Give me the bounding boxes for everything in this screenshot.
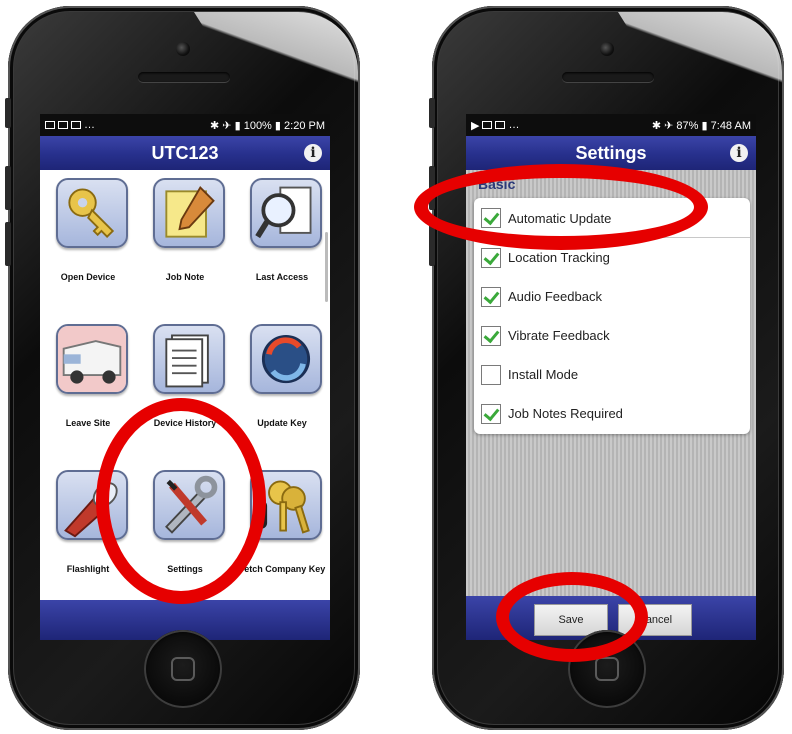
phone-left: … ✱ ✈ ▮ 100% ▮ 2:20 PM UTC123 i Open Dev… (5, 6, 360, 730)
notepad-pencil-icon (153, 178, 225, 248)
app-title-bar: UTC123 i (40, 136, 330, 170)
mail-icon (495, 121, 506, 129)
setting-label: Audio Feedback (508, 289, 602, 304)
speaker-grille (138, 72, 230, 82)
tile-last-access[interactable]: Last Access (234, 170, 330, 310)
checkbox-checked[interactable] (481, 403, 501, 424)
home-button[interactable] (144, 630, 222, 708)
checkbox-checked[interactable] (481, 325, 501, 346)
volume-down-button (5, 222, 11, 266)
setting-label: Install Mode (508, 367, 579, 382)
info-icon[interactable]: i (730, 144, 748, 162)
info-icon[interactable]: i (304, 144, 322, 162)
home-square-icon (595, 657, 619, 681)
tile-open-device[interactable]: Open Device (40, 170, 136, 310)
key-icon (56, 178, 128, 248)
clock: 7:48 AM (710, 119, 751, 132)
mute-switch (429, 98, 435, 128)
settings-title-bar: Settings i (466, 136, 756, 170)
setting-row[interactable]: Vibrate Feedback (474, 316, 750, 355)
battery-level: 100% (243, 119, 272, 132)
volume-up-button (5, 166, 11, 210)
setting-label: Job Notes Required (508, 406, 623, 421)
setting-row[interactable]: Audio Feedback (474, 277, 750, 316)
stage: … ✱ ✈ ▮ 100% ▮ 2:20 PM UTC123 i Open Dev… (0, 0, 792, 734)
airplane-icon: ✱ ✈ (651, 119, 674, 132)
camera-icon (176, 42, 190, 56)
documents-icon (153, 324, 225, 394)
glare (194, 12, 358, 108)
signal-icon: ✱ ✈ ▮ (210, 119, 241, 132)
image-icon (58, 121, 68, 129)
tile-label: Update Key (257, 418, 307, 428)
tile-label: Job Note (165, 272, 205, 282)
tile-label: Open Device (60, 272, 116, 282)
refresh-icon (250, 324, 322, 394)
annotation-ring-settings (96, 398, 266, 604)
glare (618, 12, 782, 108)
van-icon (56, 324, 128, 394)
battery-level: 87% (676, 119, 699, 132)
setting-label: Location Tracking (508, 250, 610, 265)
message-icon (71, 121, 81, 129)
setting-row[interactable]: Install Mode (474, 355, 750, 394)
checkbox-unchecked[interactable] (481, 364, 501, 385)
annotation-ring-automatic-update (414, 164, 708, 250)
status-bar: ▶ … ✱ ✈ 87% ▮ 7:48 AM (466, 114, 756, 136)
setting-label: Vibrate Feedback (508, 328, 610, 343)
tile-update-key[interactable]: Update Key (234, 316, 330, 456)
image-icon (482, 121, 493, 129)
setting-row[interactable]: Job Notes Required (474, 394, 750, 433)
checkbox-checked[interactable] (481, 286, 501, 307)
annotation-ring-save (496, 572, 648, 662)
tile-job-note[interactable]: Job Note (137, 170, 233, 310)
play-icon: ▶ (471, 119, 480, 132)
home-square-icon (171, 657, 195, 681)
camera-icon (600, 42, 614, 56)
checkbox-checked[interactable] (481, 247, 501, 268)
magnifier-document-icon (250, 178, 322, 248)
clock: 2:20 PM (284, 119, 325, 132)
status-bar: … ✱ ✈ ▮ 100% ▮ 2:20 PM (40, 114, 330, 136)
settings-title: Settings (575, 143, 647, 163)
app-title: UTC123 (151, 143, 219, 163)
tile-label: Last Access (255, 272, 309, 282)
mute-switch (5, 98, 11, 128)
mail-icon (45, 121, 55, 129)
speaker-grille (562, 72, 654, 82)
